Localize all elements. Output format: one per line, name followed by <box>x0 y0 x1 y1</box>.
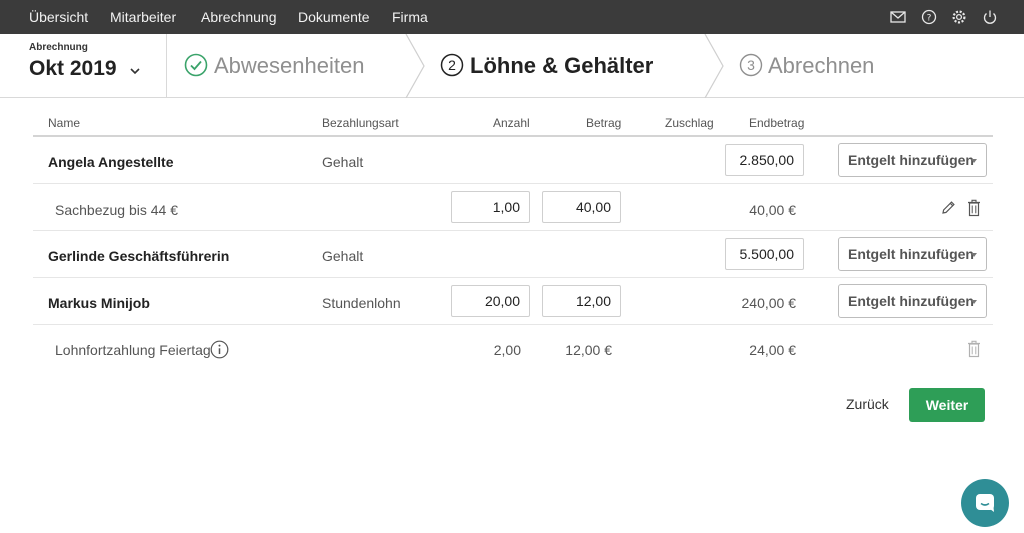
column-header-total: Endbetrag <box>749 116 805 130</box>
add-pay-label: Entgelt hinzufügen <box>848 246 974 262</box>
check-circle-icon <box>184 53 208 77</box>
column-header-type: Bezahlungsart <box>322 116 399 130</box>
add-pay-dropdown-button[interactable]: Entgelt hinzufügen <box>838 237 987 271</box>
trash-icon[interactable] <box>966 340 982 358</box>
trash-icon[interactable] <box>966 199 982 217</box>
column-header-name: Name <box>48 116 81 130</box>
period-selector[interactable]: Okt 2019 <box>29 57 117 81</box>
nav-item-abrechnung[interactable]: Abrechnung <box>201 0 277 34</box>
nav-item-mitarbeiter[interactable]: Mitarbeiter <box>110 0 176 34</box>
help-icon[interactable]: ? <box>921 9 937 25</box>
svg-text:?: ? <box>927 14 932 24</box>
total-value: 240,00 € <box>741 295 797 311</box>
row-divider <box>33 230 993 231</box>
header-divider <box>33 135 993 137</box>
employee-name: Angela Angestellte <box>48 154 174 170</box>
total-value: 40,00 € <box>749 202 796 218</box>
nav-item-firma[interactable]: Firma <box>392 0 428 34</box>
step-number-2: 2 <box>448 57 456 73</box>
count-input[interactable]: 1,00 <box>451 191 530 223</box>
chat-launcher-button[interactable] <box>961 479 1009 527</box>
info-icon[interactable] <box>210 340 229 359</box>
top-nav-bar: Übersicht Mitarbeiter Abrechnung Dokumen… <box>0 0 1024 34</box>
amount-input[interactable]: 12,00 <box>542 285 621 317</box>
amount-input[interactable]: 40,00 <box>542 191 621 223</box>
chat-icon <box>976 494 994 512</box>
column-header-count: Anzahl <box>493 116 530 130</box>
count-value: 2,00 <box>493 342 521 358</box>
step-number-3: 3 <box>747 57 755 73</box>
payment-type: Gehalt <box>322 154 364 170</box>
add-pay-dropdown-button[interactable]: Entgelt hinzufügen <box>838 284 987 318</box>
pay-item-name: Lohnfortzahlung Feiertag <box>55 342 211 358</box>
power-icon[interactable] <box>982 9 998 25</box>
step-abwesenheiten[interactable]: Abwesenheiten <box>214 52 364 80</box>
pencil-icon[interactable] <box>940 199 956 217</box>
step-abrechnen[interactable]: Abrechnen <box>768 52 874 80</box>
row-divider <box>33 183 993 184</box>
payment-type: Stundenlohn <box>322 295 401 311</box>
nav-item-dokumente[interactable]: Dokumente <box>298 0 370 34</box>
row-divider <box>33 324 993 325</box>
step-separator <box>704 34 724 98</box>
row-divider <box>33 277 993 278</box>
payment-type: Gehalt <box>322 248 364 264</box>
add-pay-label: Entgelt hinzufügen <box>848 293 974 309</box>
total-value: 24,00 € <box>749 342 796 358</box>
back-button[interactable]: Zurück <box>846 396 889 412</box>
employee-name: Gerlinde Geschäftsführerin <box>48 248 230 264</box>
mail-icon[interactable] <box>890 9 906 25</box>
nav-item-uebersicht[interactable]: Übersicht <box>29 0 88 34</box>
next-button[interactable]: Weiter <box>909 388 985 422</box>
wizard-step-bar: Abrechnung Okt 2019 Abwesenheiten 2 Löhn… <box>0 34 1024 98</box>
column-header-amount: Betrag <box>586 116 622 130</box>
caret-down-icon <box>971 253 977 257</box>
total-input[interactable]: 5.500,00 <box>725 238 804 270</box>
caret-down-icon <box>971 300 977 304</box>
total-input[interactable]: 2.850,00 <box>725 144 804 176</box>
employee-name: Markus Minijob <box>48 295 150 311</box>
step-loehne-gehaelter[interactable]: Löhne & Gehälter <box>470 52 653 80</box>
gear-icon[interactable] <box>951 9 967 25</box>
period-label: Abrechnung <box>29 42 88 53</box>
column-header-surcharge: Zuschlag <box>665 116 714 130</box>
amount-value: 12,00 € <box>565 342 612 358</box>
caret-down-icon <box>971 159 977 163</box>
count-input[interactable]: 20,00 <box>451 285 530 317</box>
add-pay-dropdown-button[interactable]: Entgelt hinzufügen <box>838 143 987 177</box>
chevron-down-icon[interactable] <box>129 66 141 76</box>
add-pay-label: Entgelt hinzufügen <box>848 152 974 168</box>
period-divider <box>166 34 167 98</box>
pay-item-name: Sachbezug bis 44 € <box>55 202 178 218</box>
step-separator <box>405 34 425 98</box>
